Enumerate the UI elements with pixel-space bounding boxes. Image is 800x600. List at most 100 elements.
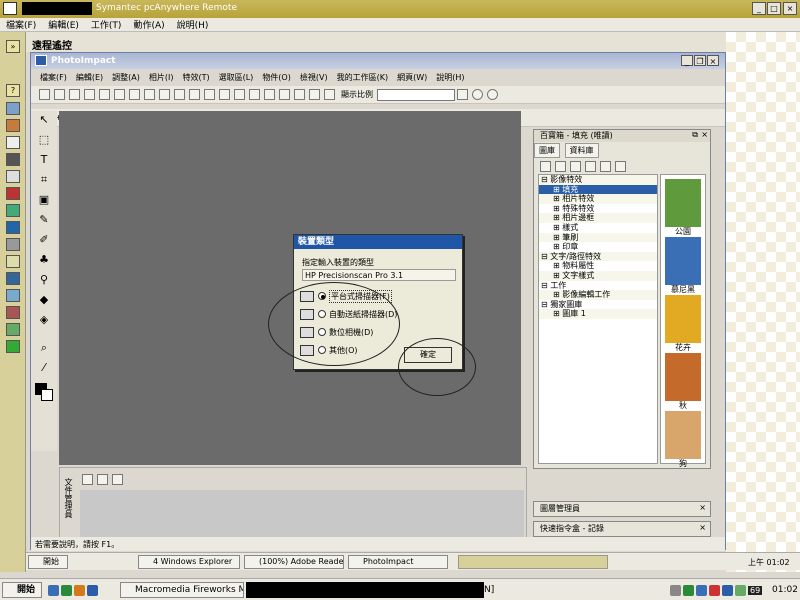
tree-item[interactable]: ⊞ 圖庫 1 xyxy=(539,309,657,319)
tree-item[interactable]: ⊞ 相片邊框 xyxy=(539,213,657,223)
panel-close-icon[interactable]: × xyxy=(701,130,708,139)
tree-item[interactable]: ⊞ 樣式 xyxy=(539,223,657,233)
paste-icon[interactable] xyxy=(144,89,155,100)
globe-icon[interactable] xyxy=(472,89,483,100)
close-button[interactable]: × xyxy=(783,2,797,15)
firefox-icon[interactable] xyxy=(74,585,85,596)
pi-menu-workspace[interactable]: 我的工作區(K) xyxy=(337,72,389,83)
remote-tool-tray[interactable] xyxy=(458,555,608,569)
delete-icon[interactable] xyxy=(585,160,596,172)
remote-icon-6[interactable] xyxy=(6,187,20,200)
menu-file[interactable]: 檔案(F) xyxy=(6,18,36,31)
effect-icon[interactable] xyxy=(294,89,305,100)
pcanywhere-icon[interactable] xyxy=(87,585,98,596)
pick-tool-icon[interactable]: ↖ xyxy=(37,113,51,127)
eraser-tool-icon[interactable]: ◆ xyxy=(37,293,51,307)
menu-edit[interactable]: 編輯(E) xyxy=(48,18,79,31)
maximize-button[interactable]: □ xyxy=(767,2,781,15)
remote-icon-3[interactable] xyxy=(6,136,20,149)
tray-icon-4[interactable] xyxy=(709,585,720,596)
pi-menu-help[interactable]: 說明(H) xyxy=(436,72,464,83)
remote-icon-5[interactable] xyxy=(6,170,20,183)
double-chevron-right-icon[interactable]: » xyxy=(6,40,20,53)
tray-icon-1[interactable] xyxy=(670,585,681,596)
home-icon[interactable] xyxy=(540,160,551,172)
tree-item[interactable]: ⊞ 筆刷 xyxy=(539,232,657,243)
open-icon[interactable] xyxy=(54,89,65,100)
redo-icon[interactable] xyxy=(174,89,185,100)
remote-icon-2[interactable] xyxy=(6,119,20,132)
view-icon[interactable] xyxy=(555,160,566,172)
layer-manager-bar[interactable]: 圖層管理員 × xyxy=(533,501,711,517)
pi-menu-adjust[interactable]: 調整(A) xyxy=(112,72,140,83)
magic-icon[interactable] xyxy=(264,89,275,100)
quick-command-bar[interactable]: 快速指令盒 - 記錄 × xyxy=(533,521,711,537)
minimize-button[interactable]: _ xyxy=(752,2,766,15)
tray-icon-2[interactable] xyxy=(683,585,694,596)
help-icon[interactable]: ? xyxy=(6,84,20,97)
tree-item[interactable]: ⊞ 文字樣式 xyxy=(539,270,657,281)
remote-icon-1[interactable] xyxy=(6,102,20,115)
taskbar-photoimpact[interactable]: PhotoImpact xyxy=(348,555,448,569)
frame-tool-icon[interactable]: ▣ xyxy=(37,193,51,207)
tree-item[interactable]: ⊞ 填充 xyxy=(539,184,657,195)
remote-icon-13[interactable] xyxy=(6,306,20,319)
properties-icon[interactable] xyxy=(615,160,626,172)
text-tool-icon[interactable]: T xyxy=(37,153,51,167)
tray-icon-5[interactable] xyxy=(722,585,733,596)
layers-icon[interactable] xyxy=(234,89,245,100)
search-icon[interactable] xyxy=(600,160,611,172)
pi-minimize-button[interactable]: _ xyxy=(681,55,693,66)
export-icon[interactable] xyxy=(324,89,335,100)
remote-icon-9[interactable] xyxy=(6,238,20,251)
clone-tool-icon[interactable]: ♣ xyxy=(37,253,51,267)
tray-icon-6[interactable] xyxy=(735,585,746,596)
eyedropper-tool-icon[interactable]: ⁄ xyxy=(37,361,51,375)
tree-item[interactable]: ⊞ 印章 xyxy=(539,242,657,252)
menu-task[interactable]: 工作(T) xyxy=(91,18,122,31)
thumbnail-image[interactable] xyxy=(665,411,701,459)
taskbar-adobe-reader[interactable]: (100%) Adobe Reader ... xyxy=(244,555,344,569)
tree-item[interactable]: ⊟ 工作 xyxy=(539,281,657,291)
paint-tool-icon[interactable]: ✎ xyxy=(37,213,51,227)
tree-item[interactable]: ⊞ 相片特效 xyxy=(539,194,657,204)
stamp-tool-icon[interactable]: ⚲ xyxy=(37,273,51,287)
tab-library[interactable]: 資料庫 xyxy=(564,143,599,158)
taskbar-windows-explorer[interactable]: 4 Windows Explorer xyxy=(138,555,240,569)
tree-item[interactable]: ⊟ 文字/路徑特效 xyxy=(539,251,657,262)
pi-menu-effect[interactable]: 特效(T) xyxy=(182,72,209,83)
add-icon[interactable] xyxy=(570,160,581,172)
print-icon[interactable] xyxy=(84,89,95,100)
tree-item[interactable]: ⊞ 特殊特效 xyxy=(539,204,657,214)
pi-restore-button[interactable]: ❐ xyxy=(694,55,706,66)
zoom-select[interactable] xyxy=(377,88,455,101)
menu-help[interactable]: 說明(H) xyxy=(177,18,209,31)
tree-item[interactable]: ⊞ 物料屬性 xyxy=(539,261,657,271)
play-icon[interactable] xyxy=(82,473,93,485)
remote-icon-15[interactable] xyxy=(6,340,20,353)
help-circle-icon[interactable] xyxy=(487,89,498,100)
select-tool-icon[interactable]: ⬚ xyxy=(37,133,51,147)
tree-item[interactable]: ⊟ 影像特效 xyxy=(539,175,657,185)
remote-icon-14[interactable] xyxy=(6,323,20,336)
new-icon[interactable] xyxy=(39,89,50,100)
fill-tool-icon[interactable]: ◈ xyxy=(37,313,51,327)
start-button[interactable]: 開始 xyxy=(2,582,42,598)
zoom-tool-icon[interactable]: ⌕ xyxy=(37,341,51,355)
cut-icon[interactable] xyxy=(114,89,125,100)
thumbnail-image[interactable] xyxy=(665,353,701,401)
browser-icon[interactable] xyxy=(61,585,72,596)
remote-icon-12[interactable] xyxy=(6,289,20,302)
pi-menu-photo[interactable]: 相片(I) xyxy=(149,72,174,83)
frame-icon[interactable] xyxy=(279,89,290,100)
remote-start-button[interactable]: 開始 xyxy=(28,555,68,569)
tree-item[interactable]: ⊞ 影像編輯工作 xyxy=(539,290,657,300)
next-icon[interactable] xyxy=(97,473,108,485)
layer-manager-close-icon[interactable]: × xyxy=(699,503,706,512)
pi-menu-web[interactable]: 網頁(W) xyxy=(397,72,427,83)
brush-tool-icon[interactable]: ✐ xyxy=(37,233,51,247)
mail-icon[interactable] xyxy=(99,89,110,100)
thumbnail-image[interactable] xyxy=(665,237,701,285)
copy-icon[interactable] xyxy=(129,89,140,100)
pi-menu-view[interactable]: 檢視(V) xyxy=(300,72,328,83)
